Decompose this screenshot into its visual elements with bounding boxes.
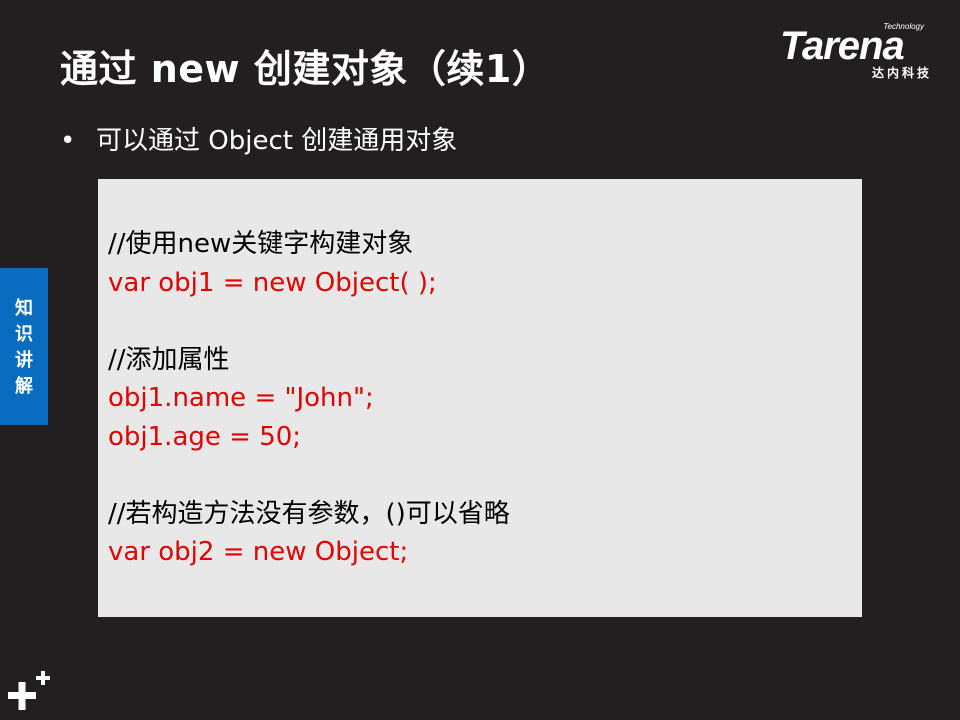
logo-chinese-name: 达内科技 bbox=[871, 66, 932, 80]
bullet-icon: • bbox=[60, 126, 76, 156]
code-line: obj1.name = "John"; bbox=[108, 383, 374, 413]
bullet-text: 可以通过 Object 创建通用对象 bbox=[96, 126, 458, 156]
code-line: var obj1 = new Object( ); bbox=[108, 267, 437, 298]
code-line: //若构造方法没有参数，()可以省略 bbox=[108, 498, 510, 529]
code-lines: //使用new关键字构建对象 var obj1 = new Object( );… bbox=[108, 225, 510, 572]
code-line: obj1.age = 50; bbox=[108, 421, 302, 452]
bullet-point: • 可以通过 Object 创建通用对象 bbox=[60, 120, 457, 157]
side-tab-label: 知识讲解 bbox=[15, 298, 33, 397]
logo-wordmark: Tarena bbox=[780, 24, 905, 68]
code-line: var obj2 = new Object; bbox=[108, 537, 409, 567]
code-line: //添加属性 bbox=[108, 344, 230, 375]
plus-icon bbox=[8, 671, 50, 710]
slide-title: 通过 new 创建对象（续1） bbox=[60, 47, 551, 91]
code-block: //使用new关键字构建对象 var obj1 = new Object( );… bbox=[98, 179, 862, 617]
tarena-logo: Technology Tarena 达内科技 bbox=[780, 22, 950, 82]
side-tab-knowledge: 知识讲解 bbox=[0, 268, 48, 425]
code-line: //使用new关键字构建对象 bbox=[108, 229, 414, 259]
